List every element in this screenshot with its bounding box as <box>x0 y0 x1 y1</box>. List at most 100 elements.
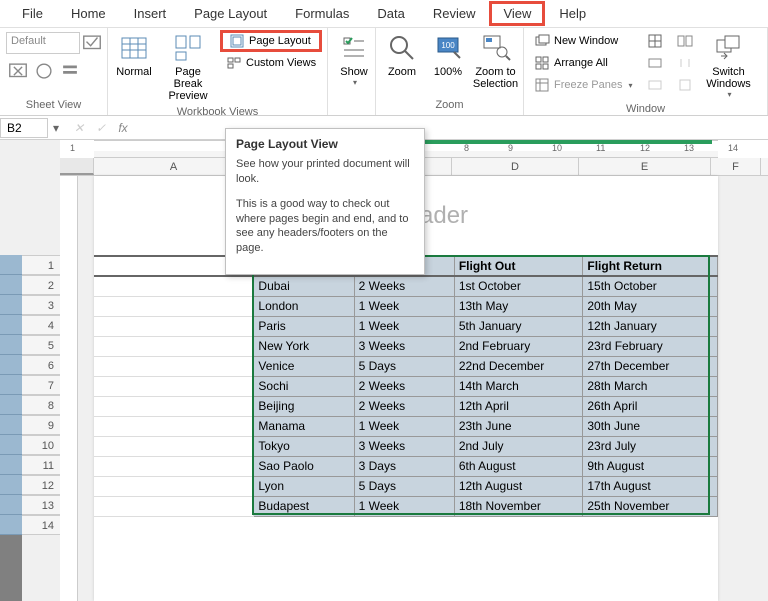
row-header[interactable]: 7 <box>22 375 60 395</box>
table-cell[interactable]: Lyon <box>254 476 354 496</box>
table-cell[interactable]: 1 Week <box>354 416 454 436</box>
menu-formulas[interactable]: Formulas <box>281 2 363 25</box>
table-cell[interactable]: 23rd February <box>583 336 718 356</box>
table-row[interactable]: Sochi2 Weeks14th March28th March <box>94 376 718 396</box>
column-header[interactable]: D <box>452 158 579 175</box>
arrange-all-button[interactable]: Arrange All <box>528 52 639 74</box>
table-cell[interactable]: Beijing <box>254 396 354 416</box>
zoom-button[interactable]: Zoom <box>380 30 424 80</box>
table-cell[interactable]: 1 Week <box>354 316 454 336</box>
table-row[interactable]: Budapest1 Week18th November25th November <box>94 496 718 516</box>
new-window-button[interactable]: New Window <box>528 30 639 52</box>
page-break-preview-button[interactable]: Page Break Preview <box>158 30 218 104</box>
enter-formula-icon[interactable]: ✓ <box>92 121 110 135</box>
table-cell[interactable]: 2 Weeks <box>354 276 454 296</box>
table-cell[interactable]: 23rd July <box>583 436 718 456</box>
table-cell[interactable]: 14th March <box>454 376 583 396</box>
row-header[interactable]: 8 <box>22 395 60 415</box>
sheet-view-new-icon[interactable] <box>32 60 56 82</box>
row-header[interactable]: 4 <box>22 315 60 335</box>
table-cell[interactable]: 30th June <box>583 416 718 436</box>
table-cell[interactable]: Manama <box>254 416 354 436</box>
table-cell[interactable]: New York <box>254 336 354 356</box>
switch-windows-button[interactable]: Switch Windows ▾ <box>701 30 757 101</box>
table-row[interactable]: Lyon5 Days12th August17th August <box>94 476 718 496</box>
normal-button[interactable]: Normal <box>112 30 156 80</box>
sheet-view-options-icon[interactable] <box>58 60 82 82</box>
table-cell[interactable]: 1 Week <box>354 296 454 316</box>
table-cell[interactable]: Dubai <box>254 276 354 296</box>
table-cell[interactable]: 28th March <box>583 376 718 396</box>
custom-views-button[interactable]: Custom Views <box>220 52 322 74</box>
table-cell[interactable]: 12th January <box>583 316 718 336</box>
freeze-panes-button[interactable]: Freeze Panes▾ <box>528 74 639 96</box>
menu-page-layout[interactable]: Page Layout <box>180 2 281 25</box>
row-header[interactable]: 13 <box>22 495 60 515</box>
name-box-dropdown-icon[interactable]: ▾ <box>48 121 64 135</box>
table-row[interactable]: Tokyo3 Weeks2nd July23rd July <box>94 436 718 456</box>
vertical-ruler[interactable] <box>60 176 78 601</box>
table-cell[interactable]: 6th August <box>454 456 583 476</box>
table-cell[interactable]: 17th August <box>583 476 718 496</box>
table-cell[interactable]: Paris <box>254 316 354 336</box>
table-cell[interactable]: 3 Weeks <box>354 436 454 456</box>
row-headers[interactable]: 1234567891011121314 <box>22 176 60 601</box>
row-header[interactable]: 14 <box>22 515 60 535</box>
table-row[interactable]: London1 Week13th May20th May <box>94 296 718 316</box>
table-cell[interactable]: Budapest <box>254 496 354 516</box>
cancel-formula-icon[interactable]: ✕ <box>70 121 88 135</box>
menu-help[interactable]: Help <box>545 2 600 25</box>
table-cell[interactable]: 5th January <box>454 316 583 336</box>
table-cell[interactable]: 5 Days <box>354 476 454 496</box>
name-box[interactable]: B2 <box>0 118 48 138</box>
table-cell[interactable]: 25th November <box>583 496 718 516</box>
menu-view[interactable]: View <box>489 1 545 26</box>
row-header[interactable]: 11 <box>22 455 60 475</box>
table-cell[interactable]: 15th October <box>583 276 718 296</box>
table-cell[interactable]: 12th April <box>454 396 583 416</box>
table-cell[interactable]: 2nd July <box>454 436 583 456</box>
table-cell[interactable]: 3 Days <box>354 456 454 476</box>
row-header[interactable]: 1 <box>22 255 60 275</box>
row-header[interactable]: 5 <box>22 335 60 355</box>
row-header[interactable]: 6 <box>22 355 60 375</box>
table-cell[interactable]: 1st October <box>454 276 583 296</box>
table-cell[interactable]: 3 Weeks <box>354 336 454 356</box>
table-header[interactable]: Flight Return <box>583 256 718 276</box>
row-header[interactable]: 10 <box>22 435 60 455</box>
sheet-view-exit-icon[interactable] <box>6 60 30 82</box>
table-cell[interactable]: 23th June <box>454 416 583 436</box>
row-header[interactable]: 3 <box>22 295 60 315</box>
menu-home[interactable]: Home <box>57 2 120 25</box>
fx-icon[interactable]: fx <box>114 121 132 135</box>
menu-insert[interactable]: Insert <box>120 2 181 25</box>
zoom-to-selection-button[interactable]: Zoom to Selection <box>472 30 519 92</box>
zoom-100-button[interactable]: 100 100% <box>426 30 470 80</box>
table-cell[interactable]: 12th August <box>454 476 583 496</box>
table-cell[interactable]: 13th May <box>454 296 583 316</box>
sheet-view-keep-icon[interactable] <box>80 32 104 54</box>
table-cell[interactable]: Sao Paolo <box>254 456 354 476</box>
table-cell[interactable]: London <box>254 296 354 316</box>
view-side-by-side-button[interactable] <box>671 30 699 52</box>
sheet-view-combo[interactable]: Default <box>6 32 80 54</box>
table-row[interactable]: Dubai2 Weeks1st October15th October <box>94 276 718 296</box>
table-cell[interactable]: 26th April <box>583 396 718 416</box>
table-cell[interactable]: Tokyo <box>254 436 354 456</box>
table-cell[interactable]: 22nd December <box>454 356 583 376</box>
table-row[interactable]: New York3 Weeks2nd February23rd February <box>94 336 718 356</box>
unhide-button[interactable] <box>641 74 669 96</box>
data-table[interactable]: DestinationDurationFlight OutFlight Retu… <box>94 255 718 517</box>
table-cell[interactable]: 9th August <box>583 456 718 476</box>
table-cell[interactable]: 20th May <box>583 296 718 316</box>
menu-file[interactable]: File <box>8 2 57 25</box>
table-cell[interactable]: 1 Week <box>354 496 454 516</box>
table-cell[interactable]: 5 Days <box>354 356 454 376</box>
table-cell[interactable]: Sochi <box>254 376 354 396</box>
table-header[interactable]: Flight Out <box>454 256 583 276</box>
table-cell[interactable]: 2nd February <box>454 336 583 356</box>
split-button[interactable] <box>641 30 669 52</box>
row-header[interactable]: 12 <box>22 475 60 495</box>
table-row[interactable]: Sao Paolo3 Days6th August9th August <box>94 456 718 476</box>
table-row[interactable]: Manama1 Week23th June30th June <box>94 416 718 436</box>
